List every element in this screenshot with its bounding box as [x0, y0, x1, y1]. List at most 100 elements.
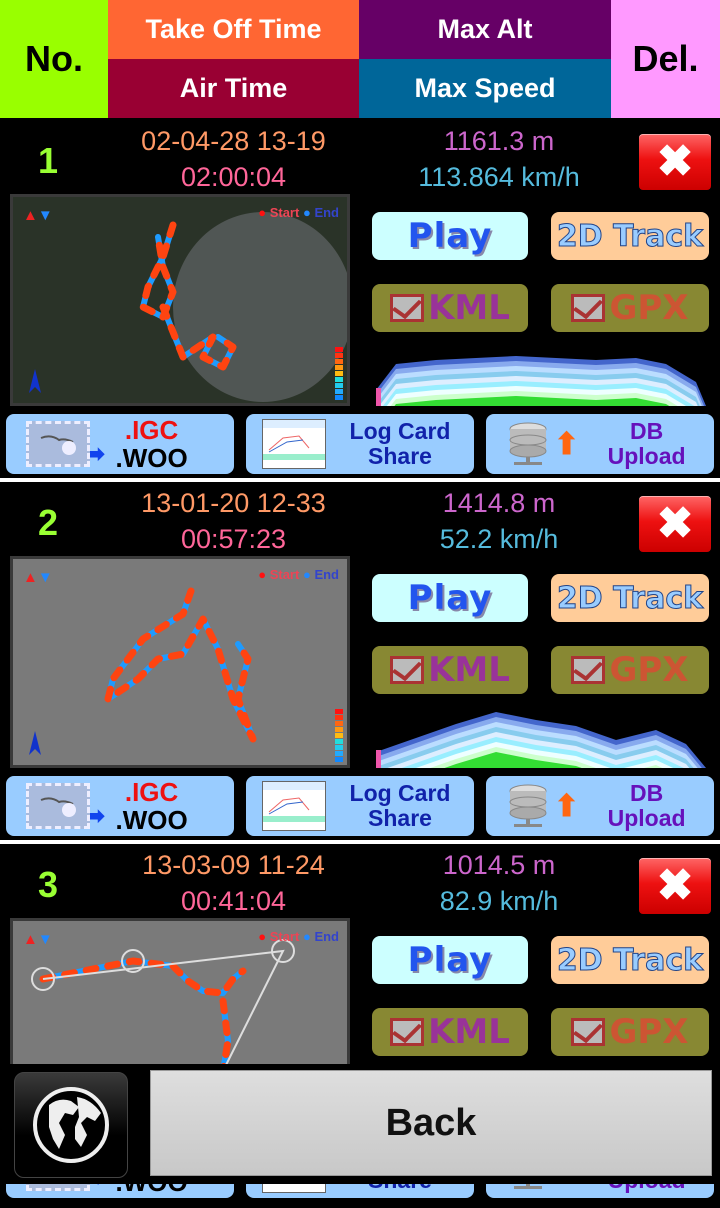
color-scale-swatch	[335, 757, 343, 762]
start-end-legend: ● Start ● End	[258, 567, 339, 582]
upload-arrow-icon: ⬆	[554, 427, 580, 461]
start-dot-icon: ●	[258, 205, 267, 220]
header-take-off-time[interactable]: Take Off Time	[108, 0, 359, 59]
color-scale-swatch	[335, 709, 343, 714]
2d-track-label: 2D Track	[556, 218, 704, 254]
delete-button[interactable]: ✖	[639, 496, 711, 552]
share-label: Share	[368, 805, 432, 831]
log-card-share-button[interactable]: Log Card Share	[246, 414, 474, 474]
header-no[interactable]: No.	[0, 0, 108, 118]
footer-bar: Back	[0, 1064, 720, 1184]
db-upload-button[interactable]: ⬆ DB Upload	[486, 414, 714, 474]
2d-track-label: 2D Track	[556, 580, 704, 616]
altitude-profile	[376, 356, 706, 406]
table-header: No. Take Off Time Air Time Max Alt Max S…	[0, 0, 720, 118]
back-button[interactable]: Back	[150, 1070, 712, 1176]
igc-woo-button[interactable]: ➡ .IGC .WOO	[6, 776, 234, 836]
take-off-time: 02-04-28 13-19	[141, 126, 326, 156]
db-upload-button[interactable]: ⬆ DB Upload	[486, 776, 714, 836]
play-label: Play	[407, 940, 493, 980]
play-button[interactable]: Play	[372, 574, 528, 622]
header-max-alt[interactable]: Max Alt	[359, 0, 611, 59]
header-air-time[interactable]: Air Time	[108, 59, 359, 118]
kml-label: KML	[428, 650, 510, 690]
gpx-label: GPX	[609, 288, 689, 328]
map-urban-area	[173, 212, 347, 402]
globe-button[interactable]	[14, 1072, 128, 1178]
2d-track-label: 2D Track	[556, 942, 704, 978]
track-map[interactable]: ▲▼ ● Start ● End	[10, 556, 350, 768]
database-icon	[506, 783, 550, 829]
max-speed: 113.864 km/h	[418, 162, 580, 192]
close-icon: ✖	[656, 137, 694, 186]
color-scale-swatch	[335, 353, 343, 358]
share-label: Share	[368, 443, 432, 469]
gpx-label: GPX	[609, 1012, 689, 1052]
color-scale-swatch	[335, 365, 343, 370]
log-card-icon	[262, 781, 326, 831]
color-scale-swatch	[335, 739, 343, 744]
start-end-legend: ● Start ● End	[258, 205, 339, 220]
igc-woo-button[interactable]: ➡ .IGC .WOO	[6, 414, 234, 474]
max-altitude: 1161.3 m	[443, 126, 555, 156]
up-triangle-icon: ▲	[23, 931, 38, 948]
end-dot-icon: ●	[302, 929, 311, 944]
play-button[interactable]: Play	[372, 936, 528, 984]
kml-email-button[interactable]: KML	[372, 1008, 528, 1056]
play-button[interactable]: Play	[372, 212, 528, 260]
header-del[interactable]: Del.	[611, 0, 720, 118]
upload-label: Upload	[607, 805, 686, 831]
down-triangle-icon: ▼	[37, 931, 53, 948]
igc-label: .IGC	[124, 777, 179, 807]
track-map[interactable]: ▲▼ ● Start ● End	[10, 194, 350, 406]
2d-track-button[interactable]: 2D Track	[551, 936, 709, 984]
air-time: 02:00:04	[180, 162, 287, 192]
mail-icon	[390, 294, 425, 322]
end-label: End	[314, 929, 339, 944]
close-icon: ✖	[656, 499, 694, 548]
start-label: Start	[269, 567, 300, 582]
log-card-share-button[interactable]: Log Card Share	[246, 776, 474, 836]
log-card-icon	[262, 419, 326, 469]
air-time: 00:41:04	[180, 886, 287, 916]
header-max-speed[interactable]: Max Speed	[359, 59, 611, 118]
kml-email-button[interactable]: KML	[372, 646, 528, 694]
max-speed: 82.9 km/h	[439, 886, 559, 916]
profile-start-marker	[376, 388, 381, 406]
kml-label: KML	[428, 1012, 510, 1052]
close-icon: ✖	[656, 861, 694, 910]
gpx-email-button[interactable]: GPX	[551, 646, 709, 694]
delete-button[interactable]: ✖	[639, 858, 711, 914]
woo-label: .WOO	[115, 443, 188, 473]
track-map-canvas	[13, 197, 347, 403]
upload-label: Upload	[607, 443, 686, 469]
mail-icon	[390, 656, 425, 684]
color-scale-swatch	[335, 745, 343, 750]
mail-icon	[571, 294, 606, 322]
end-dot-icon: ●	[302, 567, 311, 582]
2d-track-button[interactable]: 2D Track	[551, 212, 709, 260]
kml-email-button[interactable]: KML	[372, 284, 528, 332]
max-altitude: 1414.8 m	[442, 488, 556, 518]
log-card-label: Log Card	[349, 780, 451, 806]
mail-icon	[571, 656, 606, 684]
up-triangle-icon: ▲	[23, 207, 38, 224]
altitude-legend: ▲▼	[23, 569, 53, 586]
kml-label: KML	[428, 288, 510, 328]
log-card-label: Log Card	[349, 418, 451, 444]
delete-button[interactable]: ✖	[639, 134, 711, 190]
gpx-email-button[interactable]: GPX	[551, 1008, 709, 1056]
up-triangle-icon: ▲	[23, 569, 38, 586]
color-scale-swatch	[335, 383, 343, 388]
altitude-legend: ▲▼	[23, 931, 53, 948]
flight-number: 1	[37, 140, 59, 181]
color-scale-swatch	[335, 751, 343, 756]
stamp-icon	[26, 421, 90, 467]
color-scale-swatch	[335, 727, 343, 732]
track-map-canvas	[13, 559, 347, 765]
2d-track-button[interactable]: 2D Track	[551, 574, 709, 622]
gpx-email-button[interactable]: GPX	[551, 284, 709, 332]
play-label: Play	[407, 578, 493, 618]
end-label: End	[314, 205, 339, 220]
color-scale-swatch	[335, 721, 343, 726]
